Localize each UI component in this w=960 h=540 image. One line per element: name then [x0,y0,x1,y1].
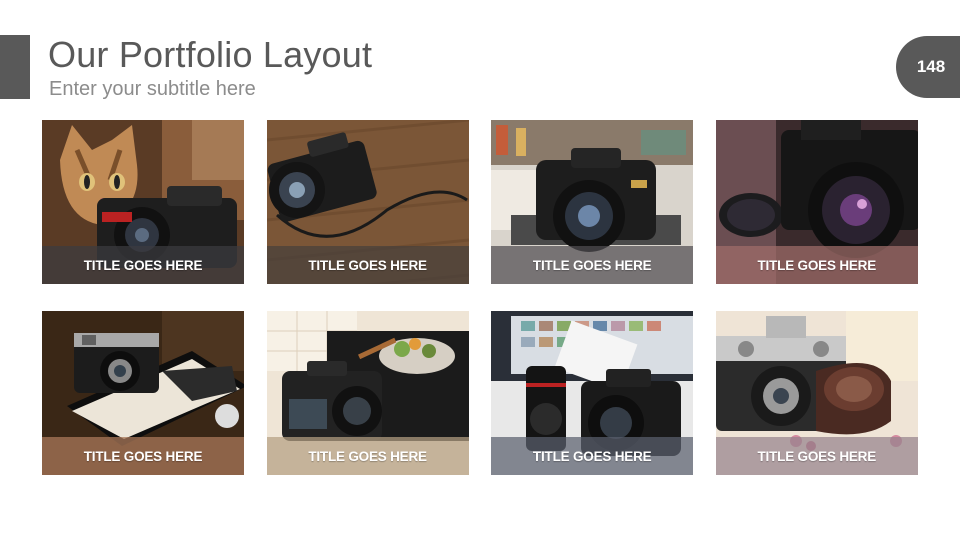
portfolio-card[interactable]: TITLE GOES HERE [715,311,918,475]
page-subtitle: Enter your subtitle here [49,78,256,100]
portfolio-card-title: TITLE GOES HERE [715,437,918,475]
portfolio-grid: TITLE GOES HERE TITLE GOES HERE TITLE GO… [42,120,918,475]
portfolio-card[interactable]: TITLE GOES HERE [42,311,244,475]
portfolio-card[interactable]: TITLE GOES HERE [42,120,244,284]
portfolio-card-title: TITLE GOES HERE [491,437,694,475]
portfolio-card[interactable]: TITLE GOES HERE [491,120,694,284]
portfolio-card-title: TITLE GOES HERE [715,246,918,284]
portfolio-card-title: TITLE GOES HERE [491,246,694,284]
title-accent-bar [0,35,30,99]
portfolio-card[interactable]: TITLE GOES HERE [266,311,469,475]
portfolio-card-title: TITLE GOES HERE [266,437,469,475]
portfolio-card[interactable]: TITLE GOES HERE [266,120,469,284]
portfolio-card-title: TITLE GOES HERE [42,437,244,475]
page-title: Our Portfolio Layout [48,34,373,75]
portfolio-card[interactable]: TITLE GOES HERE [491,311,694,475]
page-number-badge: 148 [896,36,960,98]
portfolio-card[interactable]: TITLE GOES HERE [715,120,918,284]
portfolio-card-title: TITLE GOES HERE [42,246,244,284]
portfolio-card-title: TITLE GOES HERE [266,246,469,284]
